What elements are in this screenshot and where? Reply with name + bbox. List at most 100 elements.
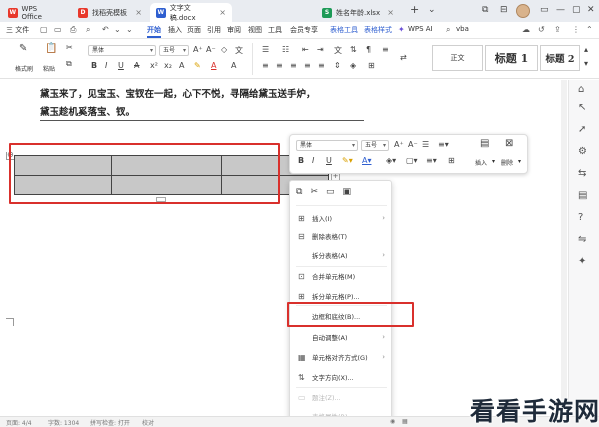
- align-right-icon[interactable]: ≡: [290, 61, 297, 70]
- close-tab-icon[interactable]: ×: [219, 8, 226, 17]
- menu-start[interactable]: 开始: [147, 25, 161, 38]
- wps-ai-button[interactable]: WPS AI: [408, 25, 433, 33]
- style-heading-1[interactable]: 标题 1: [485, 45, 538, 71]
- menu-item-split-table[interactable]: 拆分表格(A) ›: [290, 246, 393, 264]
- phonetic-icon[interactable]: 文: [235, 45, 243, 56]
- minimize-icon[interactable]: —: [556, 5, 565, 15]
- new-tab-button[interactable]: +: [410, 3, 419, 16]
- shading-icon[interactable]: ◈▾: [386, 156, 396, 165]
- increase-indent-icon[interactable]: ⇥: [317, 45, 324, 54]
- float-font-size-select[interactable]: 五号 ▾: [361, 140, 389, 151]
- copy-icon[interactable]: ⧉: [296, 187, 302, 197]
- redo-icon[interactable]: ⌄: [114, 25, 121, 34]
- history-icon[interactable]: ↺: [538, 25, 545, 34]
- style-normal[interactable]: 正文: [432, 45, 483, 71]
- close-tab-icon[interactable]: ×: [135, 8, 142, 17]
- sidebar-doc-icon[interactable]: ▤: [578, 190, 587, 201]
- font-color-icon[interactable]: A▾: [362, 156, 372, 165]
- style-scroll-up-icon[interactable]: ▴: [584, 45, 588, 54]
- search-input[interactable]: vba: [456, 25, 469, 33]
- font-size-select[interactable]: 五号 ▾: [159, 45, 189, 56]
- subscript-icon[interactable]: x₂: [164, 61, 172, 70]
- layout-icon[interactable]: ▦: [402, 418, 408, 425]
- print-preview-icon[interactable]: ⌕: [86, 25, 90, 35]
- font-color-icon[interactable]: A: [211, 61, 216, 70]
- bold-icon[interactable]: B: [91, 61, 97, 70]
- word-count[interactable]: 字数: 1304: [48, 418, 79, 427]
- cut-icon[interactable]: ✂: [310, 187, 318, 197]
- line-spacing-icon[interactable]: ⇕: [334, 61, 341, 70]
- cut-icon[interactable]: ✂: [66, 43, 73, 52]
- window-layout-icon[interactable]: ⧉: [482, 5, 488, 15]
- paste-label[interactable]: 粘贴: [43, 64, 55, 73]
- user-avatar[interactable]: [516, 4, 530, 18]
- text-direction-icon[interactable]: ⇄: [400, 53, 407, 62]
- sidebar-tool-icon[interactable]: ✦: [578, 256, 586, 267]
- highlight-icon[interactable]: ✎▾: [342, 156, 353, 165]
- menu-item-text-direction[interactable]: ⇅ 文字方向(X)...: [290, 368, 393, 386]
- shading-icon[interactable]: ◈: [350, 61, 356, 70]
- document-page[interactable]: 黛玉来了，见宝玉、宝钗在一起，心下不悦，寻隔给黛玉送手炉， 黛玉趁机奚落宝、钗。: [0, 80, 565, 416]
- undo-icon[interactable]: ↶: [102, 25, 109, 34]
- eye-icon[interactable]: ◉: [390, 418, 395, 425]
- menu-review[interactable]: 审阅: [227, 25, 241, 35]
- sidebar-transform-icon[interactable]: ⇋: [578, 234, 586, 245]
- clear-format-icon[interactable]: ◇: [221, 45, 227, 54]
- menu-reference[interactable]: 引用: [207, 25, 221, 35]
- menu-table-style[interactable]: 表格样式: [364, 25, 392, 35]
- menu-tools[interactable]: 工具: [268, 25, 282, 35]
- sidebar-settings-icon[interactable]: ⚙: [578, 146, 587, 157]
- proofread[interactable]: 校对: [142, 418, 154, 427]
- menu-page[interactable]: 页面: [187, 25, 201, 35]
- underline-icon[interactable]: U: [118, 61, 124, 70]
- insert-label[interactable]: 插入: [475, 158, 487, 167]
- restore-icon[interactable]: ▭: [540, 5, 549, 15]
- menu-member[interactable]: 会员专享: [290, 25, 318, 35]
- shrink-font-icon[interactable]: A⁻: [206, 45, 216, 54]
- insert-row-col-icon[interactable]: ▤: [480, 138, 489, 149]
- menu-item-cell-alignment[interactable]: ▦ 单元格对齐方式(G) ›: [290, 348, 393, 366]
- distribute-icon[interactable]: ⊞: [448, 156, 455, 165]
- delete-row-col-icon[interactable]: ⊠: [505, 138, 513, 149]
- menu-item-autofit[interactable]: 自动调整(A) ›: [290, 328, 393, 346]
- numbered-list-icon[interactable]: ☷: [282, 45, 289, 54]
- maximize-icon[interactable]: ▢: [572, 5, 581, 15]
- close-tab-icon[interactable]: ×: [387, 8, 394, 17]
- tab-docx[interactable]: W 文字文稿.docx ×: [150, 3, 232, 22]
- align-icon[interactable]: ≡▾: [438, 140, 449, 149]
- highlight-icon[interactable]: ✎: [194, 61, 201, 70]
- tab-list-icon[interactable]: ⌄: [428, 5, 436, 15]
- style-scroll-down-icon[interactable]: ▾: [584, 59, 588, 68]
- print-icon[interactable]: ⎙: [70, 25, 76, 35]
- paragraph-icon[interactable]: ≡: [382, 45, 389, 54]
- format-painter-label[interactable]: 格式刷: [15, 64, 33, 73]
- sidebar-pointer-icon[interactable]: ➚: [578, 124, 586, 135]
- new-doc-icon[interactable]: ▢: [40, 25, 48, 34]
- underline-icon[interactable]: U: [326, 156, 332, 165]
- line-spacing-icon[interactable]: ☰: [422, 140, 429, 149]
- italic-icon[interactable]: I: [312, 156, 314, 165]
- paste-special-icon[interactable]: ▣: [343, 187, 352, 197]
- grow-font-icon[interactable]: A⁺: [193, 45, 203, 54]
- justify-icon[interactable]: ≡: [304, 61, 311, 70]
- copy-icon[interactable]: ⧉: [66, 59, 72, 69]
- menu-item-insert[interactable]: ⊞ 插入(I) ›: [290, 209, 393, 227]
- menu-view[interactable]: 视图: [248, 25, 262, 35]
- bold-icon[interactable]: B: [298, 156, 304, 165]
- menu-item-merge-cells[interactable]: ⊡ 合并单元格(M): [290, 267, 393, 285]
- tab-template[interactable]: D 找稻壳模板 ×: [72, 3, 148, 22]
- strikethrough-icon[interactable]: A: [134, 61, 139, 70]
- show-marks-icon[interactable]: ¶: [366, 45, 371, 54]
- paste-icon[interactable]: 📋: [45, 43, 57, 54]
- menu-insert[interactable]: 插入: [168, 25, 182, 35]
- format-painter-icon[interactable]: ✎: [19, 43, 27, 54]
- paste-icon[interactable]: ▭: [326, 187, 335, 197]
- menu-table-tools[interactable]: 表格工具: [330, 25, 358, 35]
- sidebar-home-icon[interactable]: ⌂: [578, 84, 584, 95]
- page-count[interactable]: 页面: 4/4: [6, 418, 32, 427]
- align-center-icon[interactable]: ≡: [276, 61, 283, 70]
- share-icon[interactable]: ⇪: [554, 25, 561, 34]
- more-icon[interactable]: ⋮: [572, 25, 580, 34]
- decrease-indent-icon[interactable]: ⇤: [302, 45, 309, 54]
- sidebar-select-icon[interactable]: ↖: [578, 102, 586, 113]
